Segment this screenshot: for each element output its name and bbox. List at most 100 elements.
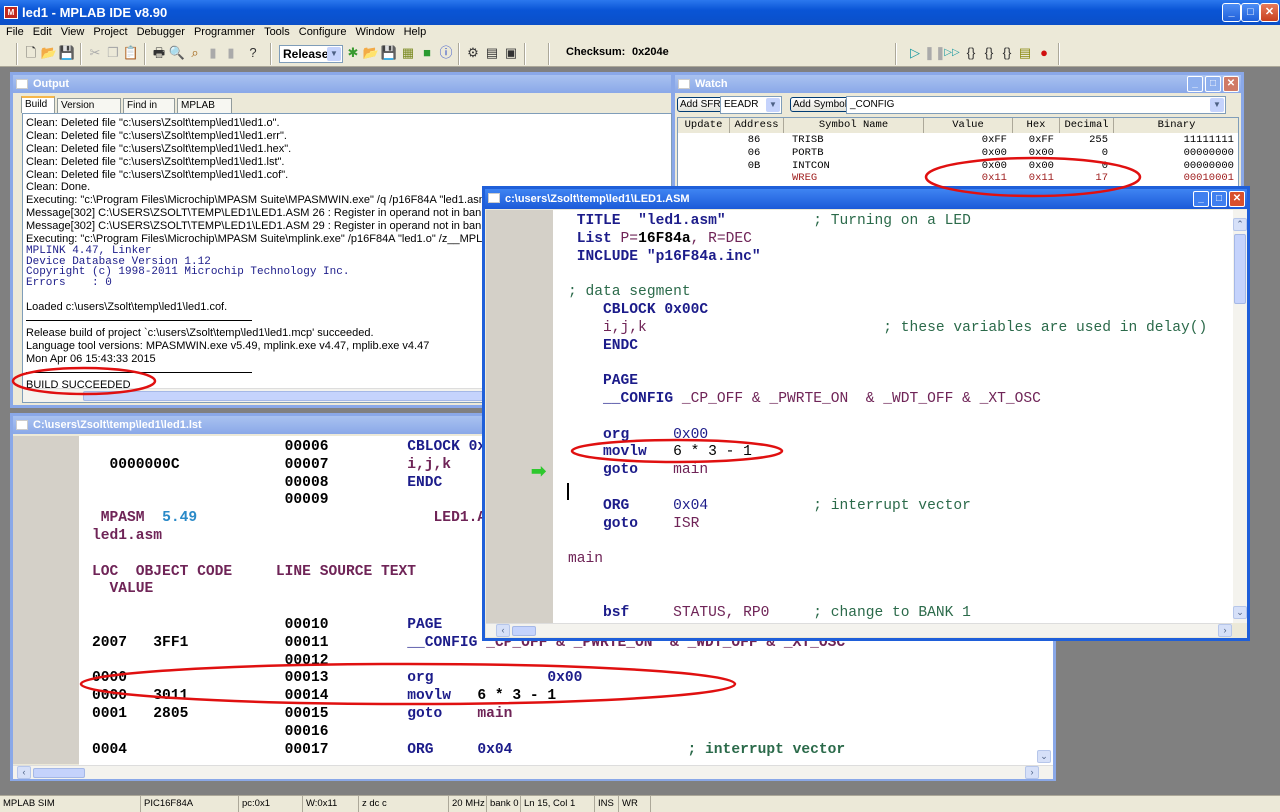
step-over-icon[interactable]: {} [980, 44, 998, 62]
watch-cell-address: 06 [747, 146, 761, 159]
tab-version-control[interactable]: Version Control [57, 98, 121, 125]
code-token: 00016 [92, 723, 329, 740]
tab-build[interactable]: Build [21, 96, 55, 113]
watch-close-button[interactable]: ✕ [1223, 76, 1239, 92]
save-project-icon[interactable]: 💾 [380, 44, 398, 62]
tab-find-in-files[interactable]: Find in Files [123, 98, 175, 125]
add-symbol-button[interactable]: Add Symbol [790, 97, 850, 112]
open-icon[interactable]: 📂 [40, 44, 58, 62]
column-header-address[interactable]: Address [730, 118, 784, 133]
asm-line: __CONFIG _CP_OFF & _PWRTE_ON & _WDT_OFF … [568, 391, 1207, 409]
halt-icon[interactable]: ❚❚ [924, 44, 946, 62]
watch-maximize-button[interactable]: □ [1205, 76, 1221, 92]
column-header-update[interactable]: Update [678, 118, 730, 133]
asm-hscrollbar[interactable]: ‹ › [486, 623, 1232, 637]
menu-tools[interactable]: Tools [264, 26, 290, 38]
paste-icon[interactable]: 📋 [122, 44, 140, 62]
run-icon[interactable]: ▷ [906, 44, 924, 62]
lst-line: 0000 3011 00014 movlw 6 * 3 - 1 [92, 688, 845, 706]
menu-configure[interactable]: Configure [299, 26, 347, 38]
watch-row[interactable]: 86 TRISB 0xFF 0xFF 255 11111111 [678, 134, 1238, 147]
close-button[interactable]: ✕ [1260, 3, 1279, 22]
sfr-select[interactable]: EEADR ▼ [720, 96, 782, 114]
scroll-left-icon[interactable]: ‹ [17, 766, 31, 779]
reset-icon[interactable]: ▤ [1016, 44, 1034, 62]
minimize-button[interactable]: _ [1222, 3, 1241, 22]
new-project-icon[interactable]: ✱ [344, 44, 362, 62]
lst-hscrollbar[interactable]: ‹ › [13, 765, 1053, 779]
code-token: main [568, 551, 604, 568]
scroll-right-icon[interactable]: › [1218, 624, 1232, 637]
copy-icon[interactable]: ❐ [104, 44, 122, 62]
build-all-icon[interactable]: ■ [418, 44, 436, 62]
scroll-up-icon[interactable]: ⌃ [1233, 218, 1247, 231]
scroll-left-icon[interactable]: ‹ [496, 624, 510, 637]
watch-cell-binary: 11111111 [1183, 134, 1234, 146]
code-token: ; these variables are used in delay() [646, 319, 1208, 336]
asm-close-button[interactable]: ✕ [1229, 191, 1245, 207]
column-header-value[interactable]: Value [924, 118, 1013, 133]
menu-help[interactable]: Help [404, 26, 427, 38]
program-settings-icon[interactable]: ▣ [502, 44, 520, 62]
bookmark-next-icon[interactable]: ▮ [222, 44, 240, 62]
new-file-icon[interactable]: 🗋 [22, 44, 40, 62]
chevron-down-icon: ▼ [1210, 98, 1224, 112]
watch-table: Update Address Symbol Name Value Hex Decimal B… [677, 117, 1239, 192]
code-token: 00006 [92, 439, 408, 455]
program-icon[interactable]: ▤ [483, 44, 501, 62]
lst-line: 0004 00017 ORG 0x04 ; interrupt vector [92, 742, 845, 760]
menu-view[interactable]: View [61, 26, 85, 38]
save-icon[interactable]: 💾 [58, 44, 76, 62]
asm-vscrollbar[interactable]: ⌃ ⌄ [1233, 210, 1247, 623]
menu-window[interactable]: Window [355, 26, 394, 38]
column-header-binary[interactable]: Binary [1114, 118, 1238, 133]
asm-minimize-button[interactable]: _ [1193, 191, 1209, 207]
open-project-icon[interactable]: 📂 [362, 44, 380, 62]
code-token: goto [407, 705, 478, 722]
code-token: movlw [568, 444, 674, 461]
tab-mplab-sim[interactable]: MPLAB SIM [177, 98, 232, 125]
status-frequency: 20 MHz [448, 796, 485, 812]
menu-programmer[interactable]: Programmer [194, 26, 255, 38]
add-sfr-button[interactable]: Add SFR [677, 97, 724, 112]
column-header-decimal[interactable]: Decimal [1060, 118, 1114, 133]
bookmark-icon[interactable]: ▮ [204, 44, 222, 62]
watch-row[interactable]: 0B INTCON 0x00 0x00 0 00000000 [678, 160, 1238, 173]
watch-minimize-button[interactable]: _ [1187, 76, 1203, 92]
scroll-right-icon[interactable]: › [1025, 766, 1039, 779]
asm-text-area[interactable]: TITLE "led1.asm" ; Turning on a LED List… [553, 210, 1233, 623]
watch-row[interactable]: 06 PORTB 0x00 0x00 0 00000000 [678, 147, 1238, 160]
menu-project[interactable]: Project [93, 26, 127, 38]
column-header-symbol-name[interactable]: Symbol Name [784, 118, 924, 133]
menu-file[interactable]: File [6, 26, 24, 38]
asm-line: List P=16F84a, R=DEC [568, 231, 1207, 249]
build-config-select[interactable]: Release ▼ [279, 45, 343, 63]
find-in-files-icon[interactable]: ⌕ [186, 44, 204, 62]
info-icon[interactable]: ⓘ [437, 44, 455, 62]
print-icon[interactable]: 🖶 [150, 44, 168, 62]
asm-line: ; data segment [568, 284, 1207, 302]
column-header-hex[interactable]: Hex [1013, 118, 1060, 133]
status-insert-mode: INS [594, 796, 614, 812]
maximize-button[interactable]: □ [1241, 3, 1260, 22]
asm-maximize-button[interactable]: □ [1211, 191, 1227, 207]
scroll-down-icon[interactable]: ⌄ [1037, 750, 1051, 763]
step-out-icon[interactable]: {} [998, 44, 1016, 62]
scroll-down-icon[interactable]: ⌄ [1233, 606, 1247, 619]
cut-icon[interactable]: ✂ [86, 44, 104, 62]
code-token: 0004 00017 [92, 741, 408, 758]
build-icon[interactable]: ▦ [399, 44, 417, 62]
help-icon[interactable]: ? [244, 44, 262, 62]
lst-line: 0001 2805 00015 goto main [92, 706, 845, 724]
symbol-select[interactable]: _CONFIG ▼ [846, 96, 1226, 114]
menu-bar: File Edit View Project Debugger Programmer Too… [0, 25, 1280, 40]
find-icon[interactable]: 🔍 [168, 44, 186, 62]
make-icon[interactable]: ⚙ [464, 44, 482, 62]
breakpoints-icon[interactable]: ● [1035, 44, 1053, 62]
watch-row[interactable]: WREG 0x11 0x11 17 00010001 [678, 172, 1238, 185]
animate-icon[interactable]: ▷▷ [943, 44, 961, 62]
menu-debugger[interactable]: Debugger [137, 26, 185, 38]
menu-edit[interactable]: Edit [33, 26, 52, 38]
code-token: i,j,k [407, 456, 452, 473]
step-into-icon[interactable]: {} [962, 44, 980, 62]
